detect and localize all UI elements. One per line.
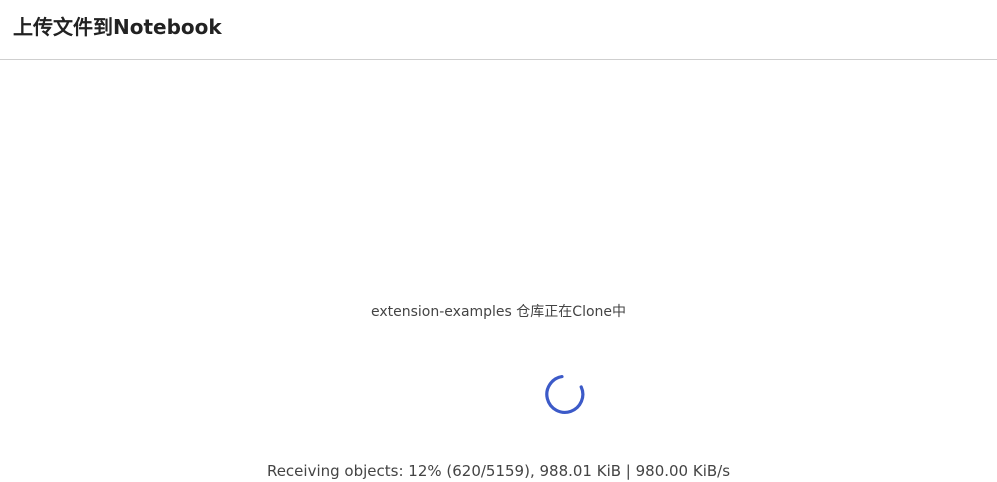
- dialog-header: 上传文件到Notebook: [0, 0, 997, 60]
- clone-progress-text: Receiving objects: 12% (620/5159), 988.0…: [266, 462, 731, 480]
- loading-spinner-icon: [539, 368, 591, 420]
- upload-to-notebook-dialog: 上传文件到Notebook extension-examples 仓库正在Clo…: [0, 0, 997, 482]
- dialog-title: 上传文件到Notebook: [13, 15, 222, 39]
- clone-status-text: extension-examples 仓库正在Clone中: [370, 304, 627, 320]
